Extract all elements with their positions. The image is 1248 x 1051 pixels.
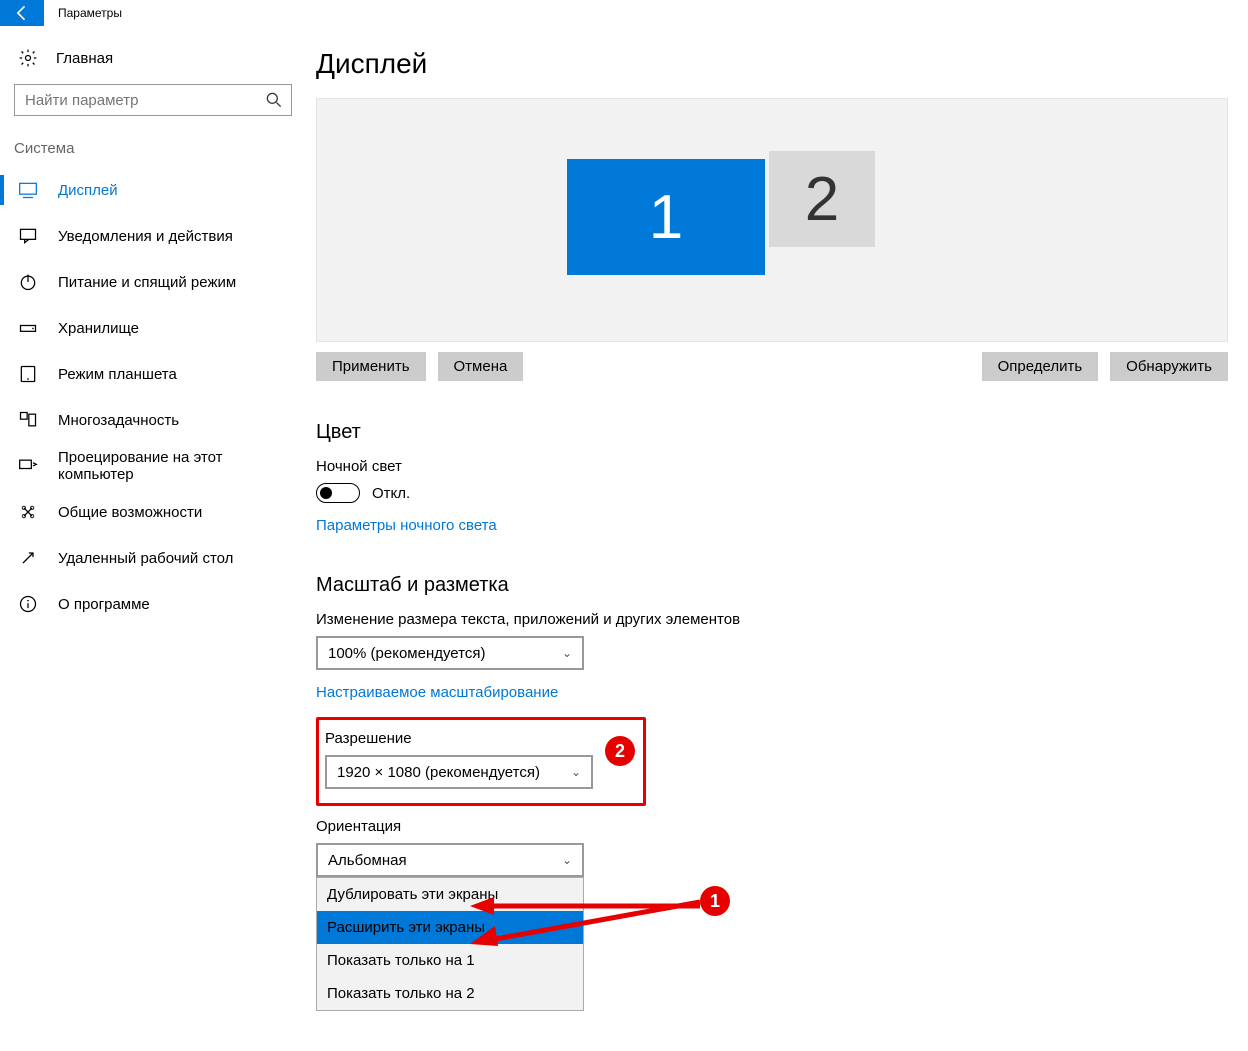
resolution-dropdown[interactable]: 1920 × 1080 (рекомендуется) ⌄ bbox=[325, 755, 593, 789]
sidebar-item-label: О программе bbox=[58, 596, 150, 613]
sidebar-item-about[interactable]: О программе bbox=[14, 581, 286, 627]
window-title: Параметры bbox=[44, 6, 122, 20]
project-icon bbox=[18, 456, 38, 476]
scale-dropdown-value: 100% (рекомендуется) bbox=[328, 645, 485, 662]
sidebar-item-tablet[interactable]: Режим планшета bbox=[14, 351, 286, 397]
night-light-toggle[interactable] bbox=[316, 483, 360, 503]
sidebar-item-label: Хранилище bbox=[58, 320, 139, 337]
remote-icon bbox=[18, 548, 38, 568]
search-input[interactable] bbox=[15, 92, 257, 109]
info-icon bbox=[18, 594, 38, 614]
sidebar-item-remote[interactable]: Удаленный рабочий стол bbox=[14, 535, 286, 581]
search-box[interactable] bbox=[14, 84, 292, 116]
sidebar-item-label: Режим планшета bbox=[58, 366, 177, 383]
sidebar-item-label: Уведомления и действия bbox=[58, 228, 233, 245]
monitor-2[interactable]: 2 bbox=[769, 151, 875, 247]
section-color-title: Цвет bbox=[316, 421, 1228, 444]
scale-dropdown[interactable]: 100% (рекомендуется) ⌄ bbox=[316, 636, 584, 670]
power-icon bbox=[18, 272, 38, 292]
cancel-button[interactable]: Отмена bbox=[438, 352, 524, 381]
sidebar-item-display[interactable]: Дисплей bbox=[14, 167, 286, 213]
sidebar-item-multitask[interactable]: Многозадачность bbox=[14, 397, 286, 443]
chat-icon bbox=[18, 226, 38, 246]
main-content: Дисплей 1 2 Применить Отмена Определить … bbox=[300, 26, 1248, 1051]
multitask-icon bbox=[18, 410, 38, 430]
night-light-settings-link[interactable]: Параметры ночного света bbox=[316, 517, 1228, 534]
search-icon bbox=[257, 85, 291, 115]
orientation-dropdown[interactable]: Альбомная ⌄ bbox=[316, 843, 584, 877]
monitor-1[interactable]: 1 bbox=[567, 159, 765, 275]
resolution-value: 1920 × 1080 (рекомендуется) bbox=[337, 764, 540, 781]
chevron-down-icon: ⌄ bbox=[562, 853, 572, 867]
detect-button[interactable]: Обнаружить bbox=[1110, 352, 1228, 381]
custom-scaling-link[interactable]: Настраиваемое масштабирование bbox=[316, 684, 1228, 701]
sidebar: Главная Система Дисплей Уведомления и де… bbox=[0, 26, 300, 1051]
tablet-icon bbox=[18, 364, 38, 384]
annotation-callout-2: 2 bbox=[605, 736, 635, 766]
chevron-down-icon: ⌄ bbox=[571, 765, 581, 779]
display-arrangement[interactable]: 1 2 bbox=[316, 98, 1228, 342]
drive-icon bbox=[18, 318, 38, 338]
annotation-highlight-box: Разрешение 1920 × 1080 (рекомендуется) ⌄… bbox=[316, 717, 646, 806]
monitor-icon bbox=[18, 180, 38, 200]
page-title: Дисплей bbox=[316, 48, 1228, 80]
sidebar-item-projecting[interactable]: Проецирование на этот компьютер bbox=[14, 443, 286, 489]
popup-option-show-only-2[interactable]: Показать только на 2 bbox=[317, 977, 583, 1010]
identify-button[interactable]: Определить bbox=[982, 352, 1099, 381]
section-scale-title: Масштаб и разметка bbox=[316, 574, 1228, 597]
night-light-label: Ночной свет bbox=[316, 458, 1228, 475]
back-button[interactable] bbox=[0, 0, 44, 26]
gear-icon bbox=[18, 48, 38, 68]
orientation-label: Ориентация bbox=[316, 818, 1228, 835]
sidebar-item-shared[interactable]: Общие возможности bbox=[14, 489, 286, 535]
sidebar-section-label: Система bbox=[14, 140, 286, 157]
sidebar-item-power[interactable]: Питание и спящий режим bbox=[14, 259, 286, 305]
arrow-left-icon bbox=[12, 3, 32, 23]
sidebar-item-label: Общие возможности bbox=[58, 504, 202, 521]
sidebar-item-label: Многозадачность bbox=[58, 412, 179, 429]
sidebar-item-notifications[interactable]: Уведомления и действия bbox=[14, 213, 286, 259]
sidebar-home[interactable]: Главная bbox=[14, 40, 286, 84]
shared-icon bbox=[18, 502, 38, 522]
scale-size-label: Изменение размера текста, приложений и д… bbox=[316, 611, 1228, 628]
orientation-value: Альбомная bbox=[328, 852, 407, 869]
apply-button[interactable]: Применить bbox=[316, 352, 426, 381]
sidebar-item-label: Удаленный рабочий стол bbox=[58, 550, 233, 567]
toggle-state-text: Откл. bbox=[372, 485, 410, 502]
chevron-down-icon: ⌄ bbox=[562, 646, 572, 660]
sidebar-item-label: Питание и спящий режим bbox=[58, 274, 236, 291]
sidebar-home-label: Главная bbox=[56, 50, 113, 67]
sidebar-item-label: Дисплей bbox=[58, 182, 118, 199]
annotation-arrow-2 bbox=[470, 896, 720, 956]
sidebar-item-storage[interactable]: Хранилище bbox=[14, 305, 286, 351]
sidebar-item-label: Проецирование на этот компьютер bbox=[58, 449, 286, 483]
resolution-label: Разрешение bbox=[325, 730, 629, 747]
